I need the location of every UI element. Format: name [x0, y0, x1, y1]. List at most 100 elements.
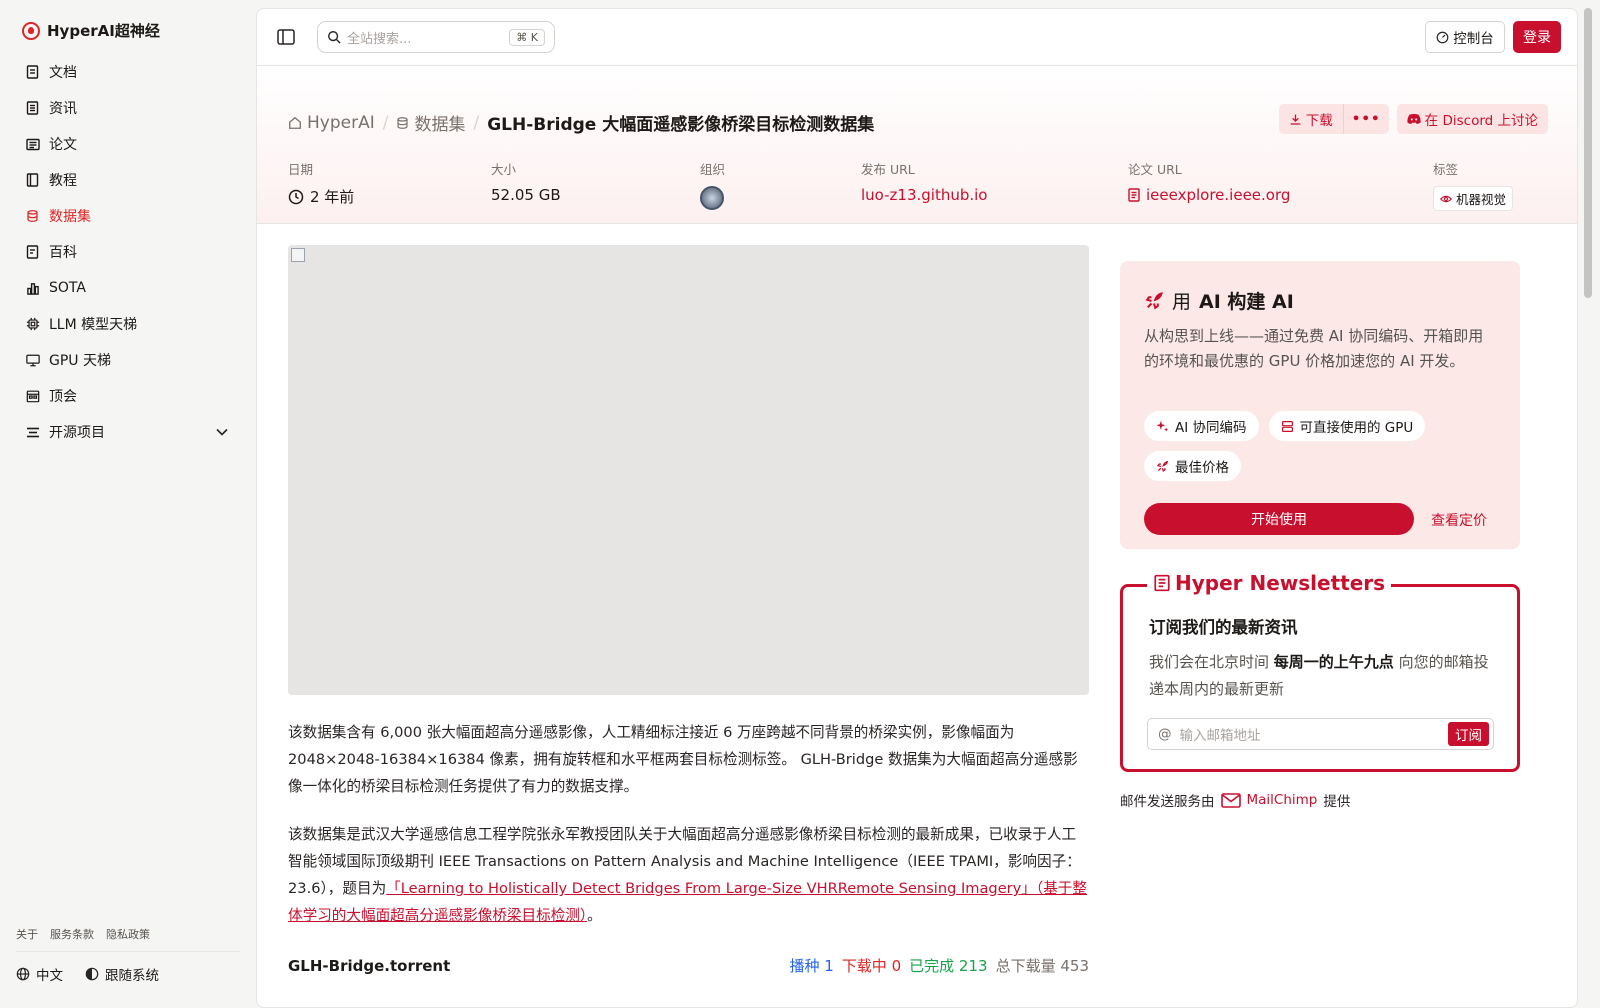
bar-chart-icon [25, 281, 40, 296]
breadcrumb-datasets-label: 数据集 [414, 115, 466, 135]
chevron-down-icon[interactable] [216, 424, 228, 440]
torrent-name[interactable]: GLH-Bridge.torrent [288, 957, 450, 975]
sidebar-item-label: LLM 模型天梯 [49, 317, 138, 333]
chip-best-price: 最佳价格 [1144, 451, 1241, 481]
discord-label: 在 Discord 上讨论 [1424, 113, 1538, 129]
stat-total-downloads: 总下载量 453 [995, 957, 1089, 975]
paper-icon [25, 137, 40, 152]
calendar-icon [25, 389, 40, 404]
email-input[interactable]: @ 输入邮箱地址 订阅 [1147, 718, 1494, 750]
promo-title-main: AI 构建 AI [1199, 291, 1294, 313]
app-logo[interactable]: HyperAI超神经 [22, 20, 160, 41]
console-label: 控制台 [1453, 31, 1494, 47]
login-button[interactable]: 登录 [1513, 21, 1561, 53]
more-actions-button[interactable]: ••• [1342, 104, 1389, 134]
global-search[interactable]: 全站搜索... ⌘ K [317, 21, 555, 53]
breadcrumb: HyperAI / 数据集 / GLH-Bridge 大幅面遥感影像桥梁目标检测… [288, 110, 874, 135]
meta-size-label: 大小 [491, 162, 517, 177]
organization-logo[interactable] [700, 186, 724, 210]
database-icon [25, 209, 40, 224]
clock-icon [288, 189, 304, 204]
theme-icon [85, 967, 99, 981]
dataset-header: HyperAI / 数据集 / GLH-Bridge 大幅面遥感影像桥梁目标检测… [257, 66, 1577, 224]
paper-url-text: ieeexplore.ieee.org [1146, 186, 1291, 204]
chip-ready-gpu: 可直接使用的 GPU [1268, 411, 1426, 441]
search-shortcut-badge: ⌘ K [509, 28, 545, 46]
discord-button[interactable]: 在 Discord 上讨论 [1397, 104, 1548, 134]
subscribe-button[interactable]: 订阅 [1448, 722, 1489, 746]
footer-link-terms[interactable]: 服务条款 [50, 926, 94, 942]
breadcrumb-datasets[interactable]: 数据集 [396, 110, 465, 135]
sidebar-item-5[interactable]: 百科 [16, 234, 240, 270]
sidebar-item-9[interactable]: 顶会 [16, 378, 240, 414]
meta-publish-label: 发布 URL [861, 162, 915, 177]
news-icon [25, 101, 40, 116]
wiki-icon [25, 245, 40, 260]
sidebar-item-label: 数据集 [49, 209, 91, 225]
description-paragraph-1: 该数据集含有 6,000 张大幅面超高分遥感影像，人工精细标注接近 6 万座跨越… [288, 724, 1078, 795]
sparkles-icon [1156, 420, 1169, 432]
breadcrumb-home-label: HyperAI [307, 112, 375, 133]
newsletter-title-text: Hyper Newsletters [1175, 571, 1386, 595]
sidebar-item-label: 文档 [49, 65, 77, 81]
broken-image-icon [291, 248, 305, 262]
chip-label: AI 协同编码 [1175, 420, 1247, 436]
footer-link-about[interactable]: 关于 [16, 926, 38, 942]
sidebar-item-label: 百科 [49, 245, 77, 261]
start-using-button[interactable]: 开始使用 [1144, 503, 1414, 535]
sidebar-item-10[interactable]: 开源项目 [16, 414, 240, 450]
stat-downloading: 下载中 0 [841, 957, 902, 975]
mail-credit-prefix: 邮件发送服务由 [1120, 794, 1215, 810]
sidebar-footer-links: 关于 服务条款 隐私政策 [16, 926, 150, 942]
tag-label: 机器视觉 [1456, 192, 1507, 207]
newsletter-heading: 订阅我们的最新资讯 [1149, 618, 1298, 637]
sidebar: HyperAI超神经 文档资讯 论文 教程数据集百科 SOTA LLM 模型天梯 GPU … [0, 0, 256, 1000]
torrent-row: GLH-Bridge.torrent 播种 1 下载中 0 已完成 213 总下… [288, 955, 1089, 976]
monitor-icon [25, 353, 40, 368]
meta-size-value-row: 52.05 GB [491, 186, 561, 204]
chip-label: 最佳价格 [1175, 460, 1229, 476]
sidebar-item-1[interactable]: 资讯 [16, 90, 240, 126]
sidebar-item-7[interactable]: LLM 模型天梯 [16, 306, 240, 342]
dataset-cover-image [288, 245, 1089, 695]
newsletter-title: Hyper Newsletters [1147, 571, 1392, 595]
breadcrumb-home[interactable]: HyperAI [288, 113, 375, 133]
mailchimp-link[interactable]: MailChimp [1247, 792, 1318, 808]
meta-date-label: 日期 [288, 162, 314, 177]
app-name: HyperAI超神经 [47, 22, 160, 40]
discord-group: 在 Discord 上讨论 [1396, 104, 1548, 134]
tag-machine-vision[interactable]: 机器视觉 [1433, 186, 1514, 211]
publish-url-link[interactable]: luo-z13.github.io [861, 186, 988, 204]
language-switch[interactable]: 中文 [36, 964, 63, 984]
theme-switch[interactable]: 跟随系统 [105, 964, 159, 984]
paper-url-link[interactable]: ieeexplore.ieee.org [1128, 186, 1290, 204]
sidebar-item-2[interactable]: 论文 [16, 126, 240, 162]
promo-features: AI 协同编码 可直接使用的 GPU 最佳价格 [1144, 411, 1504, 481]
mail-credit-suffix: 提供 [1323, 794, 1351, 810]
meta-publish-url: 发布 URL luo-z13.github.io [861, 159, 988, 204]
view-pricing-link[interactable]: 查看定价 [1431, 510, 1487, 530]
meta-date-value-row: 2 年前 [288, 186, 354, 207]
promo-title-prefix: 用 [1172, 291, 1192, 313]
sidebar-item-8[interactable]: GPU 天梯 [16, 342, 240, 378]
hyperai-logo-icon [22, 21, 40, 40]
page-scrollbar[interactable] [1584, 8, 1592, 298]
stat-seeding: 播种 1 [789, 957, 834, 975]
footer-link-privacy[interactable]: 隐私政策 [106, 926, 150, 942]
download-button[interactable]: 下载 [1279, 104, 1343, 134]
database-icon [397, 116, 409, 129]
sidebar-item-4[interactable]: 数据集 [16, 198, 240, 234]
console-button[interactable]: 控制台 [1425, 21, 1505, 53]
sidebar-item-0[interactable]: 文档 [16, 54, 240, 90]
sidebar-item-6[interactable]: SOTA [16, 270, 240, 306]
sidebar-toggle-icon[interactable] [277, 29, 295, 45]
document-icon [1128, 188, 1140, 202]
paper-title-link[interactable]: 「Learning to Holistically Detect Bridges… [288, 880, 1087, 924]
sidebar-item-3[interactable]: 教程 [16, 162, 240, 198]
meta-paper-label: 论文 URL [1128, 162, 1182, 177]
meta-size-value: 52.05 GB [491, 186, 561, 204]
home-icon [289, 116, 301, 129]
sidebar-item-label: 开源项目 [49, 425, 105, 441]
meta-size: 大小 52.05 GB [491, 159, 561, 204]
sidebar-item-label: SOTA [49, 280, 86, 296]
